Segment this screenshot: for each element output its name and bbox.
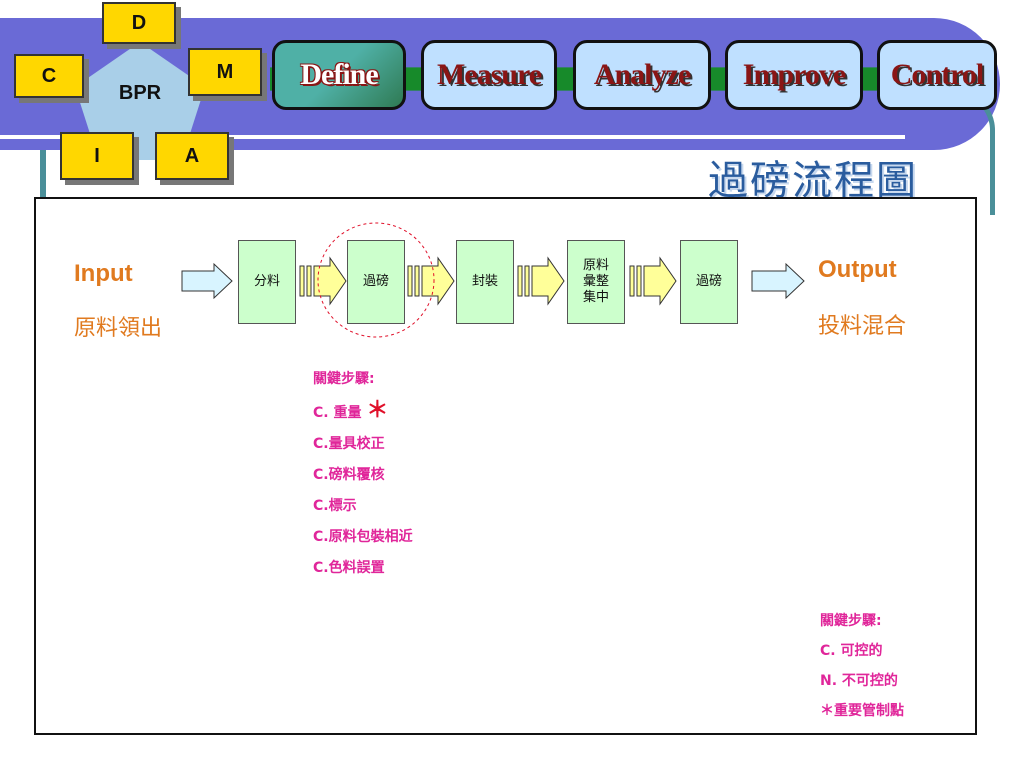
input-arrow: [181, 262, 233, 300]
key-steps-heading: 關鍵步驟:: [313, 371, 375, 387]
step-arrow: [407, 256, 455, 306]
critical-star: ＊: [366, 398, 389, 423]
legend: 關鍵步驟: C. 可控的 N. 不可控的 ＊重要管制點: [820, 606, 904, 726]
process-step: 封裝: [456, 240, 514, 324]
legend-heading: 關鍵步驟:: [820, 613, 882, 629]
legend-item: ＊重要管制點: [820, 703, 904, 719]
key-steps-list: 關鍵步驟: C. 重量 ＊ C.量具校正 C.磅料覆核 C.標示 C.原料包裝相…: [313, 364, 413, 584]
key-step-item: C.色料誤置: [313, 560, 385, 576]
step-arrow: [299, 256, 347, 306]
process-step: 過磅: [347, 240, 405, 324]
key-step-item: C.磅料覆核: [313, 467, 385, 483]
legend-item: C. 可控的: [820, 643, 883, 659]
output-arrow: [751, 262, 805, 300]
legend-item: N. 不可控的: [820, 673, 898, 689]
process-step: 過磅: [680, 240, 738, 324]
key-step-item: C.原料包裝相近: [313, 529, 413, 545]
step-arrow: [517, 256, 565, 306]
key-step-item: C. 重量 ＊: [313, 398, 389, 423]
step-arrow: [629, 256, 677, 306]
process-step: 原料 彙整 集中: [567, 240, 625, 324]
process-step: 分料: [238, 240, 296, 324]
key-step-item: C.標示: [313, 498, 357, 514]
key-step-item: C.量具校正: [313, 436, 385, 452]
